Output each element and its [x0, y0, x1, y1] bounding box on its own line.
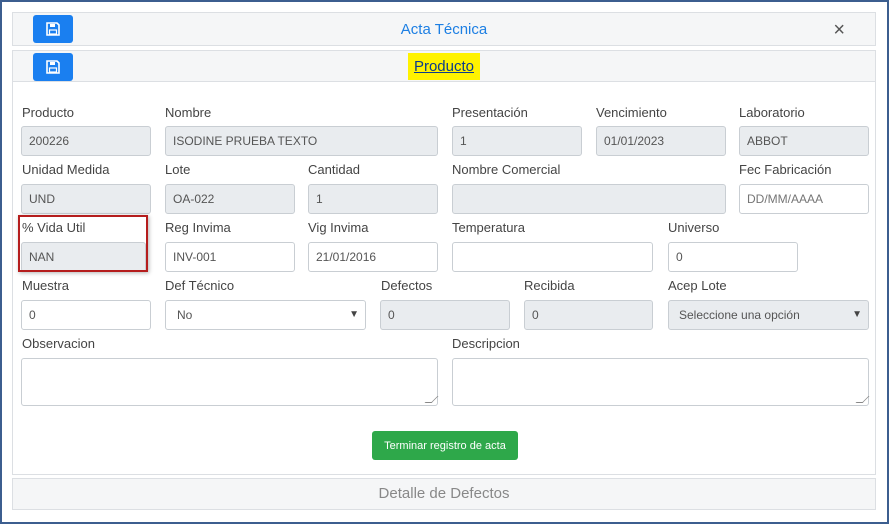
- label-universo: Universo: [668, 220, 720, 235]
- universo-input[interactable]: 0: [668, 242, 798, 272]
- label-cantidad: Cantidad: [308, 162, 361, 177]
- section-bar: Producto: [12, 50, 876, 82]
- section-title-link[interactable]: Producto: [407, 53, 481, 80]
- label-vencimiento: Vencimiento: [596, 105, 667, 120]
- nombre-comercial-field[interactable]: [452, 184, 726, 214]
- unidad-medida-field[interactable]: UND: [21, 184, 151, 214]
- def-tecnico-value: No: [177, 308, 193, 322]
- label-acep-lote: Acep Lote: [668, 278, 727, 293]
- reg-invima-input[interactable]: INV-001: [165, 242, 295, 272]
- descripcion-textarea[interactable]: [452, 358, 869, 406]
- presentacion-field[interactable]: 1: [452, 126, 582, 156]
- acep-lote-select[interactable]: Seleccione una opción: [668, 300, 869, 330]
- label-def-tecnico: Def Técnico: [165, 278, 235, 293]
- finish-record-button[interactable]: Terminar registro de acta: [372, 431, 518, 460]
- label-nombre-comercial: Nombre Comercial: [452, 162, 561, 177]
- label-observacion: Observacion: [22, 336, 95, 351]
- defectos-field[interactable]: 0: [380, 300, 510, 330]
- def-tecnico-select[interactable]: No: [165, 300, 366, 330]
- label-muestra: Muestra: [22, 278, 69, 293]
- defect-details-section[interactable]: Detalle de Defectos: [12, 478, 876, 510]
- nombre-field[interactable]: ISODINE PRUEBA TEXTO: [165, 126, 438, 156]
- acep-lote-value: Seleccione una opción: [679, 308, 800, 322]
- temperatura-input[interactable]: [452, 242, 653, 272]
- label-lote: Lote: [165, 162, 191, 177]
- vencimiento-field[interactable]: 01/01/2023: [596, 126, 726, 156]
- label-presentacion: Presentación: [452, 105, 528, 120]
- muestra-input[interactable]: 0: [21, 300, 151, 330]
- label-fec-fabricacion: Fec Fabricación: [739, 162, 832, 177]
- label-laboratorio: Laboratorio: [739, 105, 805, 120]
- label-nombre: Nombre: [165, 105, 212, 120]
- dialog-title: Acta Técnica: [400, 21, 488, 38]
- lote-field[interactable]: OA-022: [165, 184, 295, 214]
- label-recibida: Recibida: [524, 278, 575, 293]
- observacion-textarea[interactable]: [21, 358, 438, 406]
- laboratorio-field[interactable]: ABBOT: [739, 126, 869, 156]
- header-bar: Acta Técnica ×: [12, 12, 876, 46]
- cantidad-field[interactable]: 1: [308, 184, 438, 214]
- label-defectos: Defectos: [381, 278, 433, 293]
- label-descripcion: Descripcion: [452, 336, 520, 351]
- fec-fabricacion-input[interactable]: [739, 184, 869, 214]
- highlight-box: [18, 215, 148, 272]
- label-producto: Producto: [22, 105, 75, 120]
- label-vig-invima: Vig Invima: [308, 220, 369, 235]
- recibida-field[interactable]: 0: [524, 300, 653, 330]
- label-temperatura: Temperatura: [452, 220, 525, 235]
- vig-invima-input[interactable]: 21/01/2016: [308, 242, 438, 272]
- label-unidad-medida: Unidad Medida: [22, 162, 110, 177]
- close-icon[interactable]: ×: [833, 19, 845, 42]
- producto-field[interactable]: 200226: [21, 126, 151, 156]
- label-reg-invima: Reg Invima: [165, 220, 231, 235]
